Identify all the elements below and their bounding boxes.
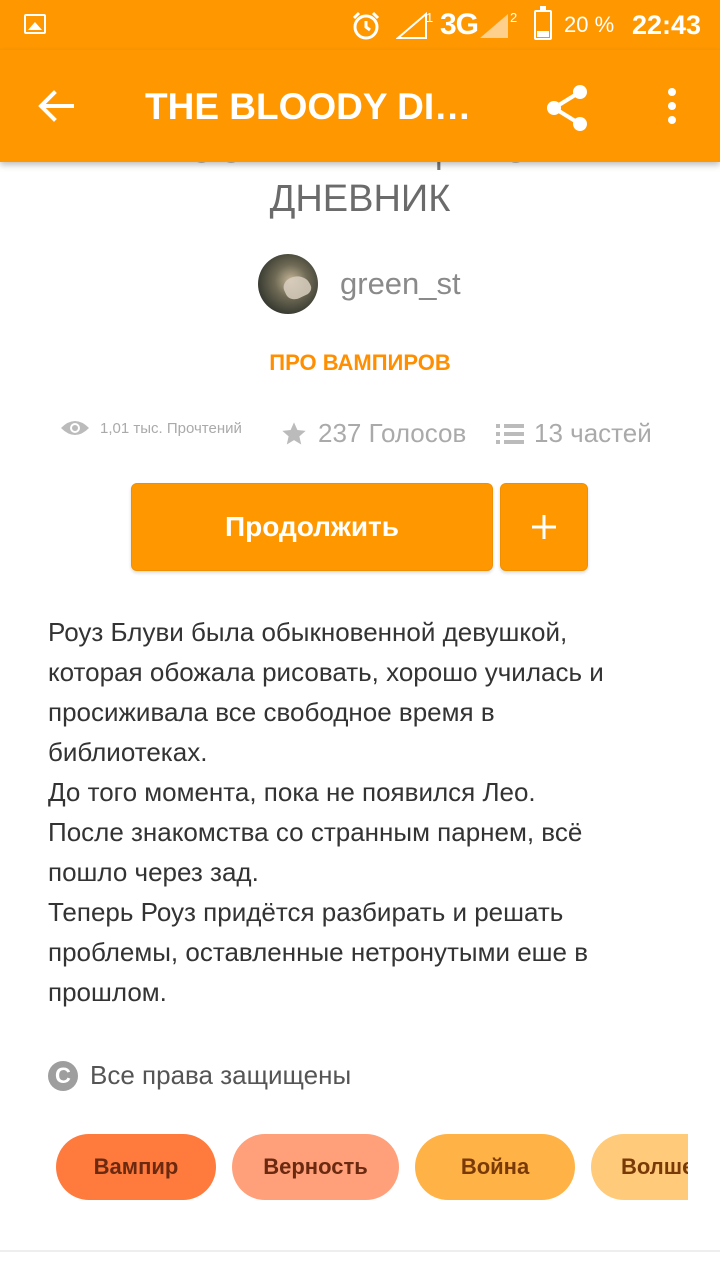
description-line: проблемы, оставленные нетронутыми еше в bbox=[48, 937, 589, 967]
description-line: просиживала все свободное время в bbox=[48, 697, 495, 727]
description-line: которая обожала рисовать, хорошо училась… bbox=[48, 657, 604, 687]
list-icon bbox=[496, 423, 524, 444]
tag-list: Вампир Верность Война Волшебство bbox=[56, 1134, 688, 1200]
more-vert-icon[interactable] bbox=[652, 82, 692, 130]
battery-percent: 20 % bbox=[564, 12, 615, 37]
continue-label: Продолжить bbox=[225, 511, 399, 542]
tag-chip[interactable]: Война bbox=[415, 1134, 575, 1200]
description-line: пошло через зад. bbox=[48, 857, 259, 887]
eye-icon bbox=[61, 421, 89, 435]
signal-icon: 1 bbox=[396, 10, 433, 39]
story-description: Роуз Блуви была обыкновенной девушкой, к… bbox=[48, 612, 688, 1012]
signal-icon: 2 bbox=[480, 10, 517, 38]
continue-reading-button[interactable]: Продолжить bbox=[131, 483, 493, 571]
back-arrow-icon[interactable] bbox=[32, 82, 80, 130]
image-icon bbox=[24, 14, 46, 34]
description-line: До того момента, пока не появился Лео. bbox=[48, 777, 536, 807]
description-line: прошлом. bbox=[48, 977, 167, 1007]
alarm-icon bbox=[352, 11, 380, 40]
divider bbox=[0, 1250, 720, 1252]
parts-stat: 13 частей bbox=[496, 418, 652, 449]
app-bar: THE BLOODY DIARY | КРОВАВЫЙ ДНЕВНИК bbox=[0, 50, 720, 162]
description-line: Роуз Блуви была обыкновенной девушкой, bbox=[48, 617, 568, 647]
tag-chip[interactable]: Вампир bbox=[56, 1134, 216, 1200]
avatar[interactable] bbox=[258, 254, 318, 314]
battery-icon bbox=[534, 6, 552, 40]
category-link[interactable]: ПРО ВАМПИРОВ bbox=[0, 350, 720, 376]
tag-chip[interactable]: Волшебство bbox=[591, 1134, 688, 1200]
description-line: Теперь Роуз придётся разбирать и решать bbox=[48, 897, 564, 927]
plus-icon bbox=[532, 515, 556, 539]
network-type: 3G bbox=[440, 8, 479, 41]
author[interactable]: green_st bbox=[258, 254, 461, 314]
add-to-library-button[interactable] bbox=[500, 483, 588, 571]
parts-count: 13 частей bbox=[534, 418, 652, 448]
story-title-line2: ДНЕВНИК bbox=[269, 178, 451, 220]
share-icon[interactable] bbox=[540, 80, 596, 136]
reads-count: 1,01 тыс. Прочтений bbox=[100, 419, 242, 437]
author-name[interactable]: green_st bbox=[340, 266, 461, 302]
description-line: библиотеках. bbox=[48, 737, 208, 767]
star-icon bbox=[282, 421, 306, 444]
story-stats: 1,01 тыс. Прочтений 237 Голосов 13 часте… bbox=[0, 418, 720, 452]
votes-count: 237 Голосов bbox=[318, 418, 467, 448]
tag-chip[interactable]: Верность bbox=[232, 1134, 399, 1200]
copyright-text: Все права защищены bbox=[90, 1060, 352, 1090]
copyright-notice: C Все права защищены bbox=[48, 1060, 351, 1091]
status-bar: 1 3G 2 20 % 22:43 bbox=[0, 0, 720, 50]
svg-text:2: 2 bbox=[510, 10, 517, 25]
reads-stat: 1,01 тыс. Прочтений bbox=[60, 418, 242, 438]
votes-stat: 237 Голосов bbox=[280, 418, 466, 449]
app-bar-title: THE BLOODY DIARY | КРОВАВЫЙ ДНЕВНИК bbox=[145, 86, 495, 127]
copyright-icon: C bbox=[48, 1060, 78, 1091]
clock: 22:43 bbox=[632, 10, 702, 40]
description-line: После знакомства со странным парнем, всё bbox=[48, 817, 583, 847]
svg-text:1: 1 bbox=[426, 10, 433, 25]
